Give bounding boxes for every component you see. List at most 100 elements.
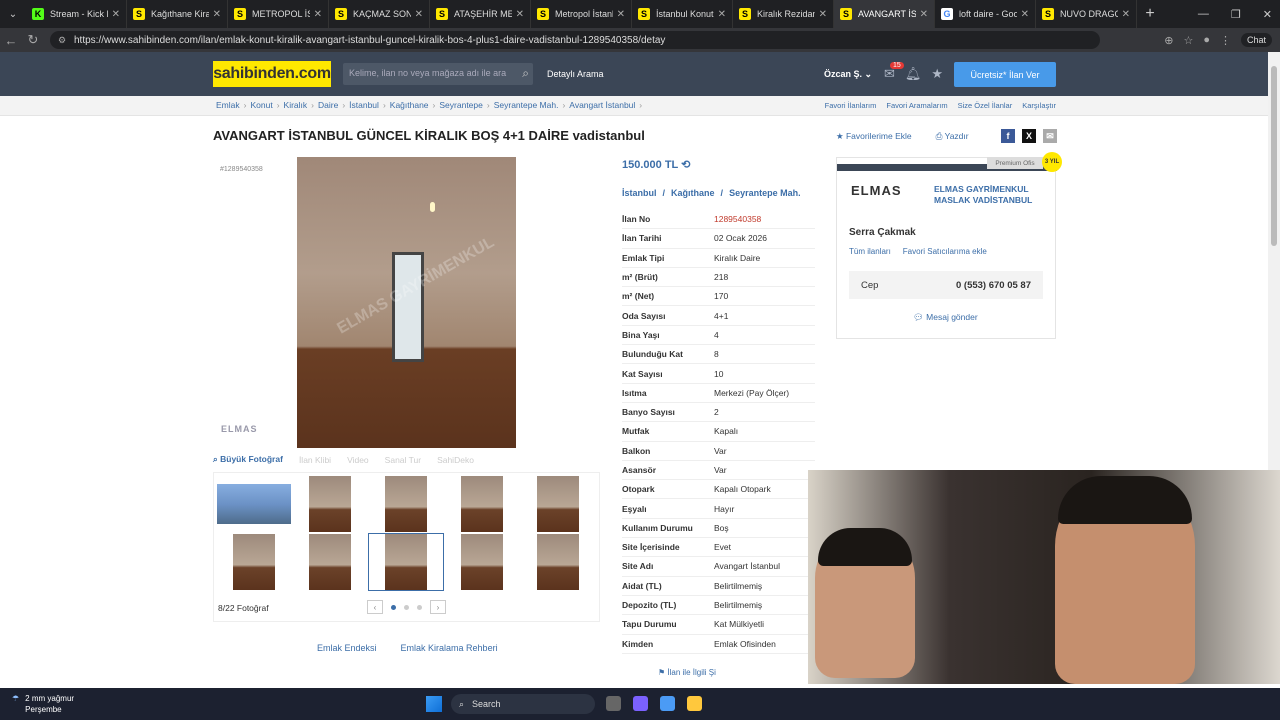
breadcrumb-item[interactable]: Daire: [318, 100, 338, 110]
tab-close-icon[interactable]: ✕: [617, 9, 625, 20]
send-message-link[interactable]: 💬︎ Mesaj gönder: [913, 312, 978, 323]
breadcrumb-item[interactable]: Emlak: [216, 100, 240, 110]
reload-icon[interactable]: ↻: [22, 32, 44, 48]
x-icon[interactable]: X: [1022, 129, 1036, 143]
breadcrumb-side-link[interactable]: Size Özel İlanlar: [958, 101, 1013, 110]
browser-tab[interactable]: S İstanbul Konut Fiy ✕: [632, 0, 733, 28]
browser-tab[interactable]: S KAÇMAZ SON FIR ✕: [329, 0, 430, 28]
breadcrumb-item[interactable]: Kağıthane: [390, 100, 429, 110]
breadcrumb-side-link[interactable]: Favori Aramalarım: [886, 101, 947, 110]
media-tab[interactable]: SahiDeko: [437, 455, 474, 465]
tab-close-icon[interactable]: ✕: [213, 9, 221, 20]
tab-search-icon[interactable]: ⌄: [0, 0, 26, 28]
profile-avatar[interactable]: ●: [1203, 34, 1210, 46]
location-link[interactable]: Kağıthane: [671, 188, 715, 198]
user-menu[interactable]: Özcan Ş. ⌄: [824, 69, 872, 80]
price-history-icon[interactable]: ⟲: [681, 159, 690, 171]
tab-close-icon[interactable]: ✕: [718, 9, 726, 20]
back-icon[interactable]: ←: [0, 33, 22, 48]
media-tab[interactable]: Video: [347, 455, 369, 465]
tab-close-icon[interactable]: ✕: [920, 9, 928, 20]
tab-close-icon[interactable]: ✕: [516, 9, 524, 20]
breadcrumb-item[interactable]: Konut: [250, 100, 272, 110]
search-icon[interactable]: ⌕: [522, 66, 529, 81]
photo-thumbnail[interactable]: [520, 533, 596, 591]
facebook-icon[interactable]: f: [1001, 129, 1015, 143]
breadcrumb-item[interactable]: Seyrantepe: [439, 100, 482, 110]
pager-dot[interactable]: [404, 604, 409, 610]
photo-thumbnail[interactable]: [368, 475, 444, 533]
photo-thumbnail[interactable]: [444, 475, 520, 533]
breadcrumb-item[interactable]: Seyrantepe Mah.: [494, 100, 559, 110]
maximize-icon[interactable]: ❐: [1231, 8, 1241, 21]
minimize-icon[interactable]: —: [1198, 8, 1209, 20]
media-tab[interactable]: ⌕ Büyük Fotoğraf: [213, 454, 283, 465]
report-link[interactable]: ⚑ İlan ile İlgili Şi: [658, 668, 716, 677]
browser-tab[interactable]: S ATAŞEHİR METRO ✕: [430, 0, 531, 28]
tab-close-icon[interactable]: ✕: [112, 9, 120, 20]
windows-start-icon[interactable]: [426, 696, 442, 712]
bottom-link[interactable]: Emlak Endeksi: [317, 643, 377, 653]
all-listings-link[interactable]: Tüm ilanları: [849, 247, 891, 256]
zoom-icon[interactable]: ⊕: [1164, 34, 1173, 47]
media-tab[interactable]: Sanal Tur: [385, 455, 421, 465]
main-photo[interactable]: ELMAS GAYRİMENKUL: [297, 157, 516, 448]
menu-dots-icon[interactable]: ⋮: [1220, 34, 1231, 47]
location-link[interactable]: Seyrantepe Mah.: [729, 188, 801, 198]
scrollbar-thumb[interactable]: [1271, 66, 1277, 246]
breadcrumb-item[interactable]: Kiralık: [284, 100, 308, 110]
prev-page-button[interactable]: ‹: [367, 600, 383, 614]
tab-close-icon[interactable]: ✕: [819, 9, 827, 20]
browser-tab[interactable]: S Kağıthane Kiralık ✕: [127, 0, 228, 28]
new-tab-button[interactable]: +: [1137, 5, 1163, 23]
browser-tab[interactable]: Gloft daire - Googl ✕: [935, 0, 1036, 28]
file-explorer-icon[interactable]: [687, 696, 702, 711]
pager-dot[interactable]: [417, 604, 422, 610]
browser-tab[interactable]: S METROPOL İSTAN ✕: [228, 0, 329, 28]
bottom-link[interactable]: Emlak Kiralama Rehberi: [401, 643, 498, 653]
close-window-icon[interactable]: ✕: [1263, 8, 1272, 21]
breadcrumb-item[interactable]: Avangart İstanbul: [569, 100, 635, 110]
weather-widget[interactable]: ☂ 2 mm yağmur Perşembe: [12, 693, 74, 715]
next-page-button[interactable]: ›: [430, 600, 446, 614]
star-icon[interactable]: ★: [931, 66, 943, 82]
star-bookmark-icon[interactable]: ☆: [1183, 34, 1193, 47]
print-link[interactable]: ⎙ Yazdır: [936, 131, 969, 142]
breadcrumb-side-link[interactable]: Favori İlanlarım: [825, 101, 877, 110]
detailed-search-link[interactable]: Detaylı Arama: [547, 69, 604, 79]
browser-tab[interactable]: K Stream - Kick Das ✕: [26, 0, 127, 28]
task-view-icon[interactable]: [606, 696, 621, 711]
bell-icon[interactable]: 🔔︎: [905, 66, 922, 82]
media-tab[interactable]: İlan Klibi: [299, 455, 331, 465]
browser-tab[interactable]: S Metropol İstanbu ✕: [531, 0, 632, 28]
tab-close-icon[interactable]: ✕: [1122, 9, 1130, 20]
browser-tab[interactable]: S AVANGART İSTAN ✕: [834, 0, 935, 28]
photo-thumbnail[interactable]: [292, 475, 368, 533]
breadcrumb-item[interactable]: İstanbul: [349, 100, 379, 110]
photo-thumbnail[interactable]: [520, 475, 596, 533]
add-favorite-seller-link[interactable]: Favori Satıcılarıma ekle: [903, 247, 987, 256]
location-link[interactable]: İstanbul: [622, 188, 657, 198]
site-info-icon[interactable]: ⚙: [58, 35, 68, 45]
seller-logo[interactable]: ELMAS: [851, 183, 902, 198]
breadcrumb-side-link[interactable]: Karşılaştır: [1022, 101, 1056, 110]
photo-thumbnail[interactable]: [216, 475, 292, 533]
tab-close-icon[interactable]: ✕: [314, 9, 322, 20]
tab-close-icon[interactable]: ✕: [1021, 9, 1029, 20]
photo-thumbnail[interactable]: [216, 533, 292, 591]
photo-thumbnail[interactable]: [292, 533, 368, 591]
add-favorite-link[interactable]: ★ Favorilerime Ekle: [836, 131, 912, 142]
photo-thumbnail[interactable]: [444, 533, 520, 591]
taskbar-search[interactable]: ⌕ Search: [451, 694, 595, 714]
browser-tab[interactable]: S NUVO DRAGOS S ✕: [1036, 0, 1137, 28]
email-share-icon[interactable]: ✉: [1043, 129, 1057, 143]
store-icon[interactable]: [660, 696, 675, 711]
url-field[interactable]: ⚙ https://www.sahibinden.com/ilan/emlak-k…: [50, 31, 1100, 49]
browser-tab[interactable]: S Kiralık Rezidans, V ✕: [733, 0, 834, 28]
pager-dot[interactable]: [391, 604, 396, 610]
chat-button[interactable]: Chat: [1240, 33, 1272, 47]
site-logo[interactable]: sahibinden.com: [213, 61, 331, 87]
site-search-input[interactable]: Kelime, ilan no veya mağaza adı ile ara ⌕: [343, 63, 533, 85]
post-listing-button[interactable]: Ücretsiz* İlan Ver: [954, 62, 1056, 87]
seller-name[interactable]: ELMAS GAYRİMENKUL MASLAK VADİSTANBUL: [934, 184, 1044, 206]
